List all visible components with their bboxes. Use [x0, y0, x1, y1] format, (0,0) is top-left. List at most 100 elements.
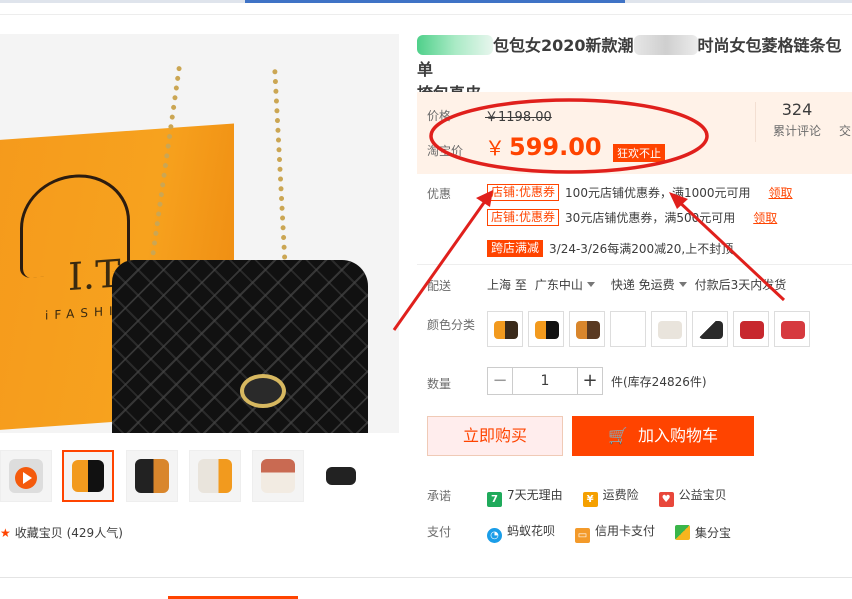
stock-info: 件(库存24826件) — [611, 374, 707, 389]
price-panel: 价格 ￥1198.00 淘宝价 ￥ 599.00 狂欢不止 324 累计评论 交 — [417, 92, 852, 174]
top-nav-active-segment — [245, 0, 625, 3]
color-swatch[interactable] — [528, 311, 564, 347]
color-swatch[interactable] — [651, 311, 687, 347]
shipping-method-select[interactable]: 快递 免运费 — [611, 276, 687, 293]
jifenbao-icon — [675, 525, 691, 540]
swatch-fill — [576, 321, 600, 339]
swatch-fill — [494, 321, 518, 339]
thumbnail-swatch — [135, 459, 169, 493]
chevron-down-icon — [586, 282, 595, 287]
quantity-input[interactable]: 1 — [513, 367, 577, 395]
payment-item-label: 信用卡支付 — [595, 524, 656, 538]
payment-item[interactable]: ▭ 信用卡支付 — [575, 522, 655, 543]
quantity-minus-button[interactable]: − — [487, 367, 513, 395]
color-label: 颜色分类 — [427, 318, 476, 332]
color-swatch[interactable] — [733, 311, 769, 347]
review-count-block[interactable]: 324 累计评论 — [767, 100, 827, 139]
original-price-label: 价格 — [427, 109, 452, 123]
original-price: ￥1198.00 — [485, 110, 552, 125]
credit-card-icon: ▭ — [575, 528, 591, 543]
huabei-icon: ◔ — [487, 528, 502, 543]
popularity-count: (429人气) — [66, 526, 123, 540]
color-swatch[interactable] — [774, 311, 810, 347]
swatch-fill — [617, 321, 641, 339]
shipping-time: 付款后3天内发货 — [694, 278, 787, 292]
promise-item[interactable]: ¥ 运费险 — [582, 486, 639, 507]
add-to-cart-label: 加入购物车 — [637, 426, 718, 445]
color-swatch[interactable] — [610, 311, 646, 347]
cross-store-text: 3/24-3/26每满200减20,上不封顶 — [549, 242, 734, 256]
title-part-1: 包包女2020新款潮 — [493, 36, 634, 55]
coupon-claim-link[interactable]: 领取 — [753, 209, 777, 226]
coupon-tag: 店铺:优惠券 — [487, 184, 560, 201]
promo-tag: 狂欢不止 — [613, 144, 665, 162]
promise-item-label: 7天无理由 — [507, 488, 563, 502]
shipping-destination-select[interactable]: 广东中山 — [535, 276, 595, 293]
review-count: 324 — [781, 100, 813, 119]
color-swatch[interactable] — [569, 311, 605, 347]
payment-label: 支付 — [427, 525, 452, 539]
promise-item[interactable]: ♥ 公益宝贝 — [658, 486, 727, 507]
shipping-destination: 广东中山 — [534, 278, 583, 292]
quantity-label: 数量 — [427, 377, 452, 391]
thumbnail-3[interactable] — [189, 450, 241, 502]
coupon-text: 100元店铺优惠券，满1000元可用 — [565, 186, 751, 200]
coupon-claim-link[interactable]: 领取 — [769, 184, 793, 201]
shipping-from: 上海 至 — [487, 278, 527, 292]
color-swatch-list — [487, 311, 810, 347]
coupon-row-2: 店铺:优惠券 30元店铺优惠券，满500元可用 领取 — [487, 209, 777, 226]
promise-label: 承诺 — [427, 489, 452, 503]
payment-item-label: 集分宝 — [695, 526, 732, 540]
thumbnail-4[interactable] — [252, 450, 304, 502]
color-swatch[interactable] — [487, 311, 523, 347]
promo-price: ￥ 599.00 — [485, 132, 602, 161]
color-swatch[interactable] — [692, 311, 728, 347]
charity-icon: ♥ — [658, 492, 674, 507]
promo-price-value: 599.00 — [509, 133, 602, 161]
payment-item[interactable]: 集分宝 — [675, 524, 731, 541]
promise-item[interactable]: 7 7天无理由 — [487, 486, 563, 507]
coupon-text: 30元店铺优惠券，满500元可用 — [565, 211, 736, 225]
thumbnail-swatch — [261, 459, 295, 493]
main-product-image[interactable]: I.T iFASHION — [0, 34, 399, 433]
top-nav-bar — [0, 0, 852, 3]
favorite-label: 收藏宝贝 — [14, 526, 63, 540]
play-icon[interactable] — [15, 467, 37, 489]
seven-day-return-icon: 7 — [487, 492, 502, 507]
shipping-row: 上海 至 广东中山 快递 免运费 付款后3天内发货 — [487, 276, 786, 293]
thumbnail-swatch — [198, 459, 232, 493]
promise-item-label: 公益宝贝 — [678, 488, 727, 502]
promise-list: 7 7天无理由 ¥ 运费险 ♥ 公益宝贝 — [487, 486, 727, 507]
chain-strap-right — [272, 66, 332, 290]
payment-item[interactable]: ◔ 蚂蚁花呗 — [487, 522, 555, 543]
coupon-tag: 店铺:优惠券 — [487, 209, 560, 226]
quilted-purse-graphic — [112, 260, 368, 433]
swatch-fill — [658, 321, 682, 339]
price-separator — [755, 102, 756, 142]
shipping-insurance-icon: ¥ — [582, 492, 598, 507]
add-to-cart-button[interactable]: 🛒 加入购物车 — [572, 416, 754, 456]
swatch-fill — [535, 321, 559, 339]
redacted-brand-2 — [633, 35, 698, 55]
thumbnail-2[interactable] — [126, 450, 178, 502]
thumbnail-5[interactable] — [315, 450, 367, 502]
shipping-label: 配送 — [427, 279, 452, 293]
thumbnail-swatch — [326, 467, 356, 485]
bottom-divider — [0, 577, 852, 578]
purse-clasp — [240, 374, 286, 408]
buy-now-button[interactable]: 立即购买 — [427, 416, 563, 456]
swatch-fill — [781, 321, 805, 339]
payment-list: ◔ 蚂蚁花呗 ▭ 信用卡支付 集分宝 — [487, 522, 731, 543]
favorite-link[interactable]: ★ 收藏宝贝 (429人气) — [0, 524, 123, 541]
promo-price-label: 淘宝价 — [427, 144, 464, 158]
payment-item-label: 蚂蚁花呗 — [507, 524, 556, 538]
quantity-plus-button[interactable]: + — [577, 367, 603, 395]
thumbnail-1[interactable] — [62, 450, 114, 502]
thumbnail-swatch — [72, 460, 104, 492]
review-count-label: 累计评论 — [772, 124, 821, 138]
cross-store-tag: 跨店满减 — [487, 240, 544, 257]
cart-icon: 🛒 — [608, 426, 628, 445]
thumbnail-video[interactable] — [0, 450, 52, 502]
coupon-label: 优惠 — [427, 187, 452, 201]
cross-store-promo-row: 跨店满减 3/24-3/26每满200减20,上不封顶 — [487, 240, 733, 257]
